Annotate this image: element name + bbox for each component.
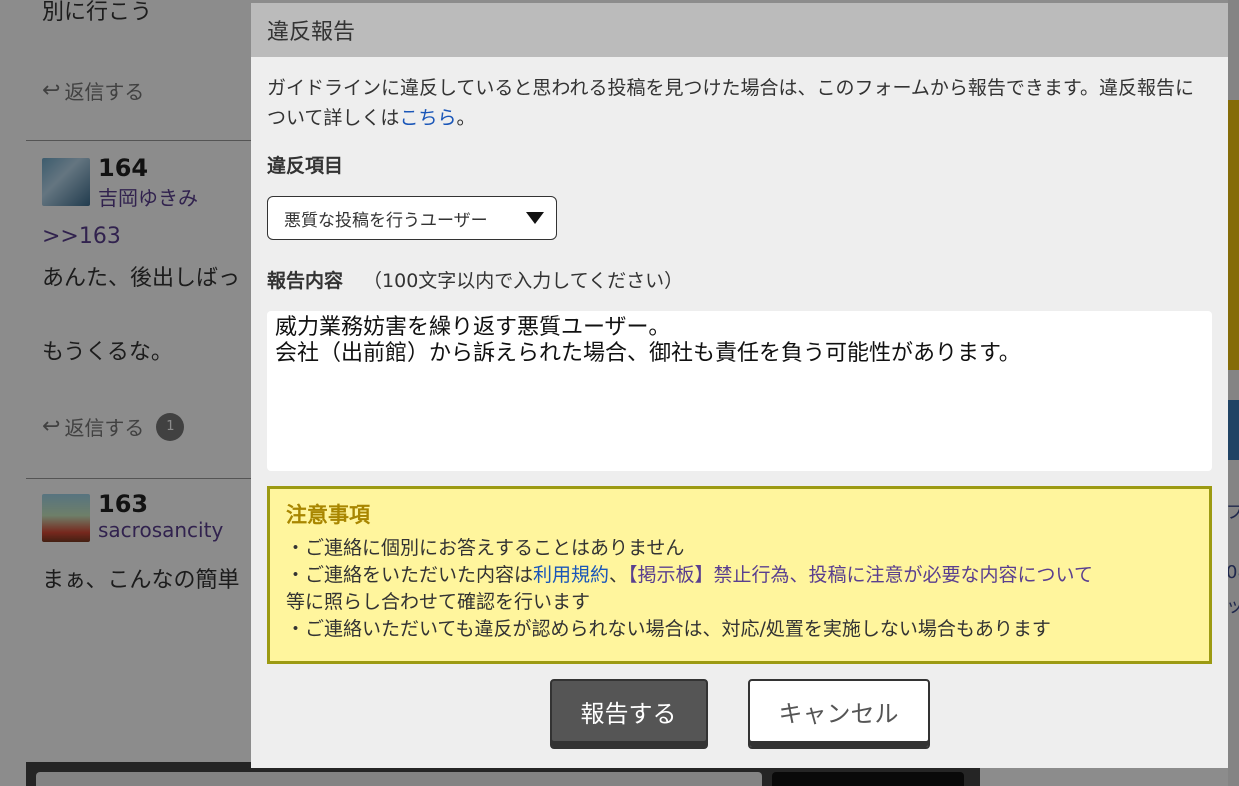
- violation-select[interactable]: 悪質な投稿を行うユーザー: [267, 196, 557, 240]
- modal-title: 違反報告: [267, 20, 356, 45]
- notice-text: 、: [609, 564, 629, 586]
- violation-selected-value: 悪質な投稿を行うユーザー: [284, 210, 488, 231]
- notice-text: ・ご連絡をいただいた内容は: [286, 564, 534, 586]
- violation-label: 違反項目: [267, 155, 344, 177]
- submit-report-button[interactable]: 報告する: [549, 679, 708, 749]
- notice-line: ・ご連絡に個別にお答えすることはありません: [286, 537, 685, 559]
- notice-line: 等に照らし合わせて確認を行います: [286, 591, 591, 613]
- report-content-textarea[interactable]: 威力業務妨害を繰り返す悪質ユーザー。 会社（出前館）から訴えられた場合、御社も責…: [267, 311, 1212, 471]
- cancel-button[interactable]: キャンセル: [747, 679, 930, 749]
- notice-title: 注意事項: [286, 503, 370, 527]
- report-modal: 違反報告 ガイドラインに違反していると思われる投稿を見つけた場合は、このフォーム…: [251, 3, 1228, 768]
- modal-header: 違反報告: [251, 3, 1228, 57]
- prohibited-acts-link[interactable]: 【掲示板】禁止行為、投稿に注意が必要な内容について: [628, 564, 1093, 586]
- content-label: 報告内容: [267, 270, 344, 292]
- modal-body: ガイドラインに違反していると思われる投稿を見つけた場合は、このフォームから報告で…: [251, 57, 1228, 664]
- intro-text: ガイドラインに違反していると思われる投稿を見つけた場合は、このフォームから報告で…: [267, 73, 1212, 133]
- notice-line: ・ご連絡をいただいた内容は利用規約、【掲示板】禁止行為、投稿に注意が必要な内容に…: [286, 562, 1193, 589]
- terms-link[interactable]: 利用規約: [533, 564, 609, 586]
- guideline-link[interactable]: こちら: [399, 107, 456, 129]
- content-hint: （100文字以内で入力してください）: [363, 270, 684, 292]
- modal-buttons: 報告する キャンセル: [251, 679, 1228, 749]
- intro-end: 。: [456, 107, 476, 129]
- notice-box: 注意事項 ・ご連絡に個別にお答えすることはありません ・ご連絡をいただいた内容は…: [267, 486, 1212, 664]
- content-label-row: 報告内容 （100文字以内で入力してください）: [267, 266, 1212, 293]
- caret-down-icon: [526, 212, 544, 224]
- notice-line: ・ご連絡いただいても違反が認められない場合は、対応/処置を実施しない場合もありま…: [286, 618, 1051, 640]
